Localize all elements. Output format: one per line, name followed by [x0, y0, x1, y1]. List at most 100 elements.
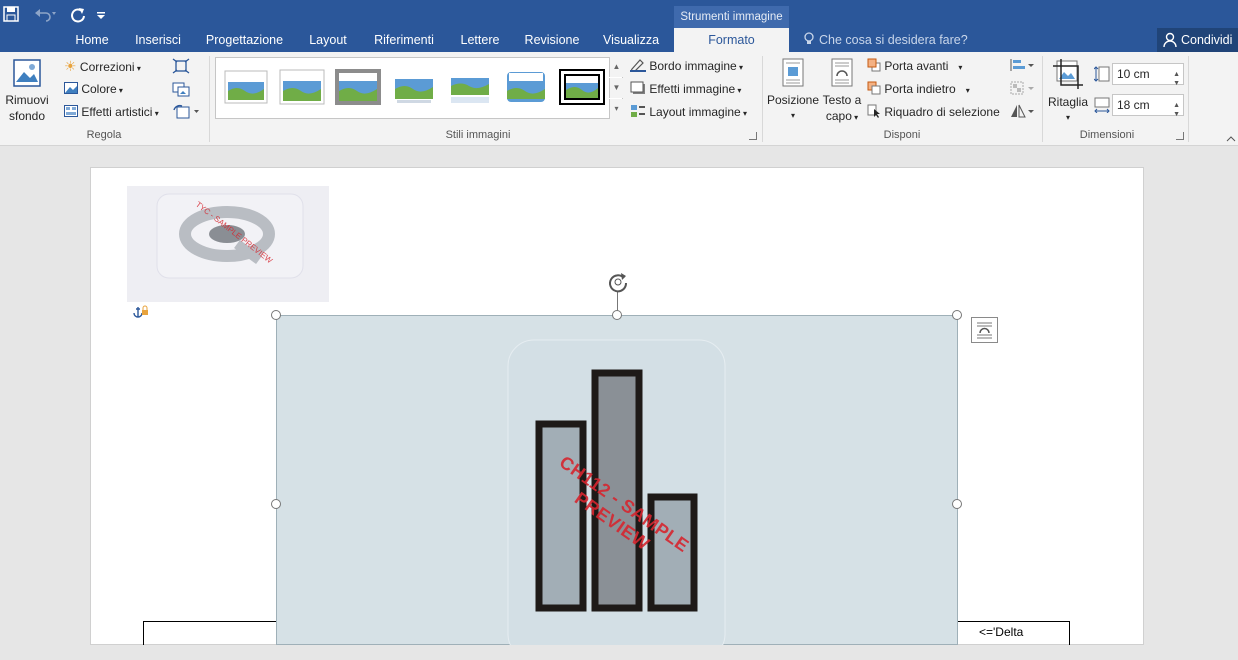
remove-background-icon	[13, 59, 41, 87]
position-button[interactable]: Posizione ▾	[767, 58, 819, 124]
customize-qat-icon[interactable]	[94, 6, 108, 26]
resize-handle-top[interactable]	[612, 310, 622, 320]
artistic-effects-label: Effetti artistici	[81, 105, 153, 119]
picture-style-thumb[interactable]	[279, 69, 325, 105]
spin-down-icon[interactable]: ▼	[1173, 105, 1180, 125]
title-bar: Strumenti immagine	[0, 0, 1238, 30]
tell-me-box[interactable]: Che cosa si desidera fare?	[803, 28, 968, 52]
artistic-effects-button[interactable]: Effetti artistici ▾	[64, 104, 159, 122]
chevron-down-icon: ▾	[134, 64, 141, 73]
bring-forward-icon	[867, 58, 881, 72]
resize-handle-top-left[interactable]	[271, 310, 281, 320]
shape-height-input[interactable]: 10 cm ▲ ▼	[1112, 63, 1184, 87]
tab-view[interactable]: Visualizza	[595, 28, 667, 52]
picture-styles-gallery	[215, 57, 623, 119]
group-objects-icon[interactable]	[1010, 81, 1036, 98]
tab-mailings[interactable]: Lettere	[451, 28, 509, 52]
picture-style-thumb[interactable]	[335, 69, 381, 105]
tab-home[interactable]: Home	[65, 28, 119, 52]
rotate-objects-icon[interactable]	[1010, 104, 1036, 121]
picture-border-label: Bordo immagine	[649, 59, 737, 73]
spin-down-icon[interactable]: ▼	[1173, 74, 1180, 94]
resize-handle-left[interactable]	[271, 499, 281, 509]
shape-height-icon	[1093, 66, 1110, 85]
tab-layout[interactable]: Layout	[299, 28, 357, 52]
position-icon	[782, 58, 804, 87]
picture-layout-icon	[631, 105, 645, 117]
dialog-launcher-icon[interactable]	[1176, 132, 1184, 140]
chevron-down-icon: ▾	[736, 63, 743, 72]
save-icon[interactable]	[2, 6, 20, 26]
redo-icon[interactable]	[68, 6, 88, 26]
resize-handle-top-right[interactable]	[952, 310, 962, 320]
wrap-text-label-1: Testo a	[822, 93, 862, 107]
dialog-launcher-icon[interactable]	[749, 132, 757, 140]
chevron-down-icon: ▾	[735, 86, 742, 95]
undo-icon[interactable]	[30, 6, 60, 26]
collapse-ribbon-icon[interactable]	[1226, 132, 1236, 146]
align-icon[interactable]	[1010, 58, 1036, 75]
group-separator	[762, 56, 763, 142]
reset-picture-icon[interactable]	[172, 104, 202, 123]
remove-background-label-2: sfondo	[8, 109, 46, 123]
bring-forward-label: Porta avanti	[884, 59, 949, 73]
wrap-text-button[interactable]: Testo a capo ▾	[821, 58, 863, 126]
gallery-scroll-down[interactable]: ▼	[609, 78, 623, 98]
group-label-dimensioni: Dimensioni	[1079, 129, 1135, 141]
picture-effects-label: Effetti immagine	[649, 82, 736, 96]
table-cell-text[interactable]: <='Delta	[979, 625, 1023, 639]
horizontal-scroll-area[interactable]	[0, 645, 1238, 660]
selection-pane-button[interactable]: Riquadro di selezione	[867, 104, 1000, 120]
remove-background-button[interactable]: Rimuovi sfondo	[4, 58, 50, 124]
pen-icon	[630, 59, 646, 72]
picture-layout-button[interactable]: Layout immagine ▾	[630, 104, 747, 122]
shape-height-value: 10 cm	[1117, 67, 1150, 81]
chevron-down-icon: ▾	[740, 109, 747, 118]
selected-chart-image[interactable]	[276, 315, 958, 660]
selection-pane-label: Riquadro di selezione	[884, 105, 1000, 119]
picture-style-thumb[interactable]	[223, 69, 269, 105]
crop-label: Ritaglia	[1047, 95, 1089, 109]
selection-pane-icon	[867, 104, 880, 118]
gallery-scroll-up[interactable]: ▲	[609, 57, 623, 77]
tab-review[interactable]: Revisione	[516, 28, 588, 52]
tab-references[interactable]: Riferimenti	[364, 28, 444, 52]
ribbon-tab-row: Home Inserisci Progettazione Layout Rife…	[0, 28, 1238, 52]
chevron-down-icon: ▾	[1065, 113, 1070, 122]
group-label-disponi: Disponi	[883, 129, 921, 141]
share-button[interactable]: Condividi	[1157, 28, 1238, 52]
color-button[interactable]: Colore ▾	[64, 81, 123, 99]
shape-width-icon	[1094, 97, 1110, 116]
chevron-down-icon: ▾	[790, 111, 795, 120]
remove-background-label-1: Rimuovi	[5, 93, 49, 107]
picture-border-button[interactable]: Bordo immagine ▾	[630, 58, 743, 76]
lightbulb-icon	[804, 32, 814, 44]
rotation-handle-icon[interactable]	[606, 270, 630, 294]
tab-format[interactable]: Formato	[674, 28, 789, 52]
compress-pictures-icon[interactable]	[172, 58, 190, 77]
chevron-down-icon: ▾	[851, 113, 859, 122]
bring-forward-button[interactable]: Porta avanti ▾	[867, 58, 962, 76]
artistic-effects-icon	[64, 105, 78, 117]
send-backward-icon	[867, 81, 881, 95]
picture-style-thumb[interactable]	[391, 69, 437, 105]
layout-options-icon	[977, 322, 992, 339]
picture-style-thumb-selected[interactable]	[559, 69, 605, 105]
change-picture-icon[interactable]	[172, 81, 190, 100]
picture-style-thumb[interactable]	[447, 69, 493, 105]
tab-design[interactable]: Progettazione	[197, 28, 292, 52]
layout-options-button[interactable]	[971, 317, 998, 343]
resize-handle-right[interactable]	[952, 499, 962, 509]
anchor-icon	[133, 305, 149, 319]
picture-effects-button[interactable]: Effetti immagine ▾	[630, 81, 741, 99]
picture-style-thumb[interactable]	[503, 69, 549, 105]
gallery-more[interactable]: ▾	[609, 99, 623, 119]
group-label-regola: Regola	[86, 129, 122, 141]
crop-button[interactable]: Ritaglia ▾	[1047, 58, 1089, 126]
corrections-button[interactable]: ☀ Correzioni ▾	[64, 58, 141, 77]
shape-width-input[interactable]: 18 cm ▲ ▼	[1112, 94, 1184, 118]
logo-image[interactable]	[127, 186, 329, 302]
tab-insert[interactable]: Inserisci	[126, 28, 190, 52]
color-icon	[64, 82, 78, 94]
send-backward-button[interactable]: Porta indietro ▾	[867, 81, 970, 99]
